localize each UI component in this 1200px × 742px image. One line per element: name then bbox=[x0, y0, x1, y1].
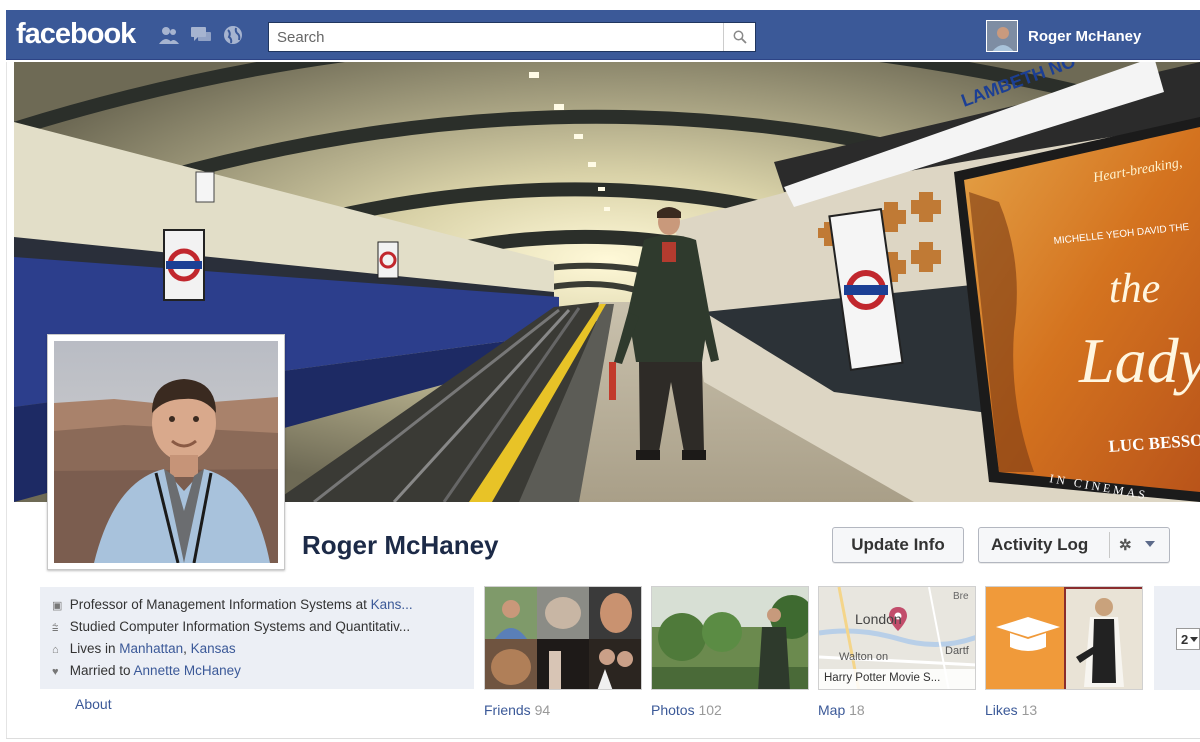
profile-name[interactable]: Roger McHaney bbox=[302, 530, 499, 561]
search-button[interactable] bbox=[723, 23, 755, 51]
about-link[interactable]: About bbox=[75, 696, 112, 712]
magnifier-icon bbox=[733, 30, 747, 44]
map-city-label: London bbox=[855, 611, 902, 627]
map-tile-label[interactable]: Map 18 bbox=[818, 702, 865, 718]
activity-log-label: Activity Log bbox=[991, 535, 1089, 554]
work-link[interactable]: Kans... bbox=[371, 597, 413, 612]
study-text: Studied Computer Information Systems and… bbox=[69, 619, 411, 634]
lives-separator: , bbox=[183, 641, 191, 656]
work-line: ▣ Professor of Management Information Sy… bbox=[52, 597, 413, 612]
lives-state-link[interactable]: Kansas bbox=[191, 641, 236, 656]
search-box bbox=[268, 22, 756, 52]
friends-tile[interactable] bbox=[484, 586, 642, 690]
user-avatar[interactable] bbox=[986, 20, 1018, 52]
photos-tile-label[interactable]: Photos 102 bbox=[651, 702, 722, 718]
gear-icon[interactable]: ✲ bbox=[1119, 536, 1132, 554]
profile-picture[interactable] bbox=[54, 341, 278, 563]
profile-picture-frame[interactable] bbox=[47, 334, 285, 570]
user-menu[interactable]: Roger McHaney bbox=[986, 20, 1141, 52]
chevron-down-icon bbox=[1190, 636, 1199, 642]
work-text: Professor of Management Information Syst… bbox=[69, 597, 371, 612]
button-separator bbox=[1109, 532, 1110, 558]
map-caption: Harry Potter Movie S... bbox=[824, 672, 941, 684]
chevron-down-icon[interactable] bbox=[1145, 541, 1155, 547]
study-line: ⩭ Studied Computer Information Systems a… bbox=[52, 619, 410, 635]
svg-text:the: the bbox=[1109, 266, 1160, 312]
user-name-link[interactable]: Roger McHaney bbox=[1028, 28, 1141, 45]
lives-line: ⌂ Lives in Manhattan, Kansas bbox=[52, 641, 236, 656]
map-place-label: Bre bbox=[953, 591, 969, 602]
lives-city-link[interactable]: Manhattan bbox=[119, 641, 183, 656]
married-text: Married to bbox=[69, 663, 134, 678]
likes-label[interactable]: Likes bbox=[985, 702, 1018, 718]
likes-tile[interactable] bbox=[985, 586, 1143, 690]
graduation-cap-icon: ⩭ bbox=[52, 622, 59, 634]
spouse-link[interactable]: Annette McHaney bbox=[134, 663, 241, 678]
photos-tile[interactable] bbox=[651, 586, 809, 690]
lives-text: Lives in bbox=[69, 641, 120, 656]
married-line: ♥ Married to Annette McHaney bbox=[52, 663, 241, 678]
more-sections-button[interactable]: 2 bbox=[1176, 628, 1200, 650]
globe-icon[interactable] bbox=[222, 25, 244, 45]
likes-count: 13 bbox=[1021, 702, 1038, 718]
photos-label[interactable]: Photos bbox=[651, 702, 695, 718]
map-image: London Bre Walton on Dartf Harry Potter … bbox=[819, 587, 975, 689]
about-summary-panel: ▣ Professor of Management Information Sy… bbox=[40, 587, 474, 689]
house-icon: ⌂ bbox=[52, 644, 59, 656]
top-bar: facebook Search Roger McHaney bbox=[0, 0, 1200, 62]
messages-icon[interactable] bbox=[190, 25, 212, 45]
likes-tile-label[interactable]: Likes 13 bbox=[985, 702, 1037, 718]
svg-text:Lady: Lady bbox=[1078, 325, 1200, 396]
briefcase-icon: ▣ bbox=[52, 600, 63, 612]
heart-icon: ♥ bbox=[52, 666, 59, 678]
search-input[interactable] bbox=[269, 23, 719, 51]
left-border bbox=[6, 62, 7, 738]
jewel-icons bbox=[158, 25, 244, 45]
blue-header: facebook Search Roger McHaney bbox=[6, 10, 1200, 60]
friends-label[interactable]: Friends bbox=[484, 702, 531, 718]
bottom-divider bbox=[6, 738, 1200, 739]
activity-log-button[interactable]: Activity Log ✲ bbox=[978, 527, 1170, 563]
facebook-logo[interactable]: facebook bbox=[16, 18, 136, 51]
map-place-label: Walton on bbox=[839, 651, 889, 663]
map-place-label: Dartf bbox=[945, 645, 969, 657]
map-tile[interactable]: London Bre Walton on Dartf Harry Potter … bbox=[818, 586, 976, 690]
friends-count: 94 bbox=[534, 702, 551, 718]
map-label[interactable]: Map bbox=[818, 702, 845, 718]
friends-tile-label[interactable]: Friends 94 bbox=[484, 702, 550, 718]
update-info-button[interactable]: Update Info bbox=[832, 527, 964, 563]
friends-icon[interactable] bbox=[158, 25, 180, 45]
map-count: 18 bbox=[849, 702, 865, 718]
photos-count: 102 bbox=[698, 702, 722, 718]
more-count: 2 bbox=[1181, 631, 1189, 647]
